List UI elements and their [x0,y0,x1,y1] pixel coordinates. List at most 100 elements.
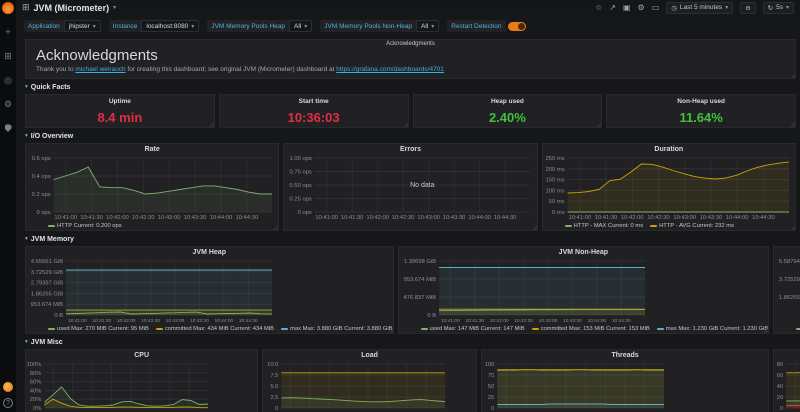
time-range-picker[interactable]: ◷ Last 5 minutes ▾ [666,2,733,14]
chevron-down-icon: ▾ [93,23,96,30]
dashboard-source-link[interactable]: https://grafana.com/dashboards/4701 [336,66,444,73]
legend-text: committed Max: 153 MiB Current: 153 MiB [541,326,650,332]
panel-title[interactable]: JVM Non-Heap [399,247,769,258]
panel-title[interactable]: Uptime [26,98,214,105]
chart-legend: used Max: 405 MiB Current: 240 MiBcommit… [774,324,800,333]
share-icon[interactable]: ↗ [609,4,616,12]
create-plus-icon[interactable]: + [0,24,16,40]
chart-jvm-total[interactable]: 0 B1.86265 GiB3.72529 GiB5.58794 GiB10:4… [774,258,800,324]
chart-thread-states[interactable]: 02040608010:41:0010:41:3010:42:0010:42:3… [774,361,800,412]
variable-value-dropdown[interactable]: localhost:8080 ▾ [141,20,199,32]
chart-threads[interactable]: 025507510010:41:0010:41:3010:42:0010:42:… [482,361,768,412]
chart-errors[interactable]: 0 ops0.25 ops0.50 ops0.75 ops1.00 ops10:… [284,155,536,221]
chevron-down-icon: ▾ [25,84,28,90]
author-link[interactable]: michael weirauch [75,66,125,73]
legend-series-color [156,328,163,330]
dashboard-title[interactable]: JVM (Micrometer) [34,3,110,13]
legend-series-color [532,328,539,330]
row-io-overview[interactable]: ▾ I/O Overview [25,131,796,141]
variable-value-dropdown[interactable]: All ▾ [289,20,312,32]
stat-value: 8.4 min [26,110,214,125]
svg-text:1.00 ops: 1.00 ops [290,156,312,162]
variables-submenu: Application jhipster ▾ Instance localhos… [16,15,800,37]
svg-text:0.2 ops: 0.2 ops [32,192,51,198]
panel-title[interactable]: Threads [482,350,768,361]
chart-jvm-non-heap[interactable]: 0 B476.837 MiB953.674 MiB1.39698 GiB10:4… [399,258,769,324]
panel-title[interactable]: JVM Heap [26,247,393,258]
legend-item[interactable]: used Max: 270 MiB Current: 95 MiB [48,326,149,332]
svg-text:0.50 ops: 0.50 ops [290,183,312,189]
svg-text:5.58794 GiB: 5.58794 GiB [779,259,800,265]
variable-value-dropdown[interactable]: All ▾ [416,20,439,32]
chevron-down-icon[interactable]: ▾ [113,4,116,11]
refresh-icon: ↻ [768,4,773,12]
panel-title[interactable]: JVM Total [774,247,800,258]
server-admin-shield-icon[interactable] [0,120,16,136]
legend-series-color [421,328,428,330]
legend-series-color [281,328,288,330]
variable-value: localhost:8080 [146,23,188,30]
panel-title[interactable]: Rate [26,144,278,155]
grafana-logo[interactable] [2,2,14,14]
zoom-out-button[interactable]: ⊖ [740,2,755,14]
panel-acknowledgments: Acknowledgments Acknowledgments Thank yo… [25,39,796,79]
panel-title[interactable]: CPU [26,350,257,361]
variable-application: Application jhipster ▾ [24,20,101,32]
svg-text:1.86265 GiB: 1.86265 GiB [31,291,63,297]
legend-item[interactable]: committed Max: 434 MiB Current: 434 MiB [156,326,274,332]
variable-label: Instance [109,20,142,32]
settings-gear-icon[interactable]: ⚙ [638,4,645,12]
svg-text:2.79397 GiB: 2.79397 GiB [31,281,63,287]
variable-value: All [294,23,301,30]
configuration-gear-icon[interactable]: ⚙ [0,96,16,112]
svg-text:80: 80 [777,362,783,368]
panel-title[interactable]: Start time [220,98,408,105]
variable-instance: Instance localhost:8080 ▾ [109,20,200,32]
user-avatar[interactable] [3,382,13,392]
variable-value-dropdown[interactable]: jhipster ▾ [64,20,101,32]
chart-cpu[interactable]: 0%20%40%60%80%100%10:41:0010:41:3010:42:… [26,361,257,412]
legend-text: max Max: 3.880 GiB Current: 3.880 GiB [290,326,392,332]
panel-title[interactable]: Thread States [774,350,800,361]
cycle-view-icon[interactable]: ▭ [652,4,660,12]
panel-title[interactable]: Errors [284,144,536,155]
variable-label: JVM Memory Pools Heap [207,20,289,32]
row-jvm-memory[interactable]: ▾ JVM Memory [25,234,796,244]
panel-title[interactable]: Duration [543,144,795,155]
help-icon[interactable]: ? [3,398,13,408]
svg-text:0 ops: 0 ops [37,210,51,216]
chevron-down-icon: ▾ [786,4,789,11]
chart-rate[interactable]: 0 ops0.2 ops0.4 ops0.6 ops10:41:0010:41:… [26,155,278,221]
legend-item[interactable]: max Max: 3.880 GiB Current: 3.880 GiB [281,326,392,332]
save-icon[interactable]: ▣ [623,4,631,12]
panel-title[interactable]: Heap used [414,98,602,105]
legend-item[interactable]: HTTP - AVG Current: 232 ms [650,223,734,229]
chevron-down-icon: ▾ [25,236,28,242]
dashboards-icon[interactable]: ⊞ [0,48,16,64]
svg-text:20%: 20% [30,397,42,403]
svg-text:No data: No data [410,182,435,189]
legend-item[interactable]: used Max: 405 MiB Current: 240 MiB [796,326,800,332]
legend-item[interactable]: used Max: 147 MiB Current: 147 MiB [421,326,525,332]
legend-item[interactable]: HTTP Current: 0.200 ops [48,223,122,229]
chart-load[interactable]: 02.55.07.510.010:41:0010:41:3010:42:0010… [263,361,476,412]
panel-title[interactable]: Load [263,350,476,361]
row-quick-facts[interactable]: ▾ Quick Facts [25,82,796,92]
svg-text:20: 20 [777,395,783,401]
row-jvm-misc[interactable]: ▾ JVM Misc [25,337,796,347]
chart-jvm-heap[interactable]: 0 B953.674 MiB1.86265 GiB2.79397 GiB3.72… [26,258,393,324]
restart-detection-toggle[interactable] [508,22,526,31]
panel-title[interactable]: Non-Heap used [607,98,795,105]
legend-item[interactable]: max Max: 1.230 GiB Current: 1.230 GiB [657,326,768,332]
chart-duration[interactable]: 0 ms50 ms100 ms150 ms200 ms250 ms10:41:0… [543,155,795,221]
explore-icon[interactable]: ◎ [0,72,16,88]
chevron-down-icon: ▾ [725,4,728,11]
panel-title[interactable]: Acknowledgments [26,41,795,47]
svg-text:0%: 0% [33,406,41,412]
legend-item[interactable]: committed Max: 153 MiB Current: 153 MiB [532,326,650,332]
refresh-picker[interactable]: ↻ 5s ▾ [763,2,794,14]
star-icon[interactable]: ☆ [595,4,602,12]
svg-text:0 B: 0 B [427,313,436,319]
legend-item[interactable]: HTTP - MAX Current: 0 ms [565,223,643,229]
legend-text: used Max: 270 MiB Current: 95 MiB [57,326,149,332]
